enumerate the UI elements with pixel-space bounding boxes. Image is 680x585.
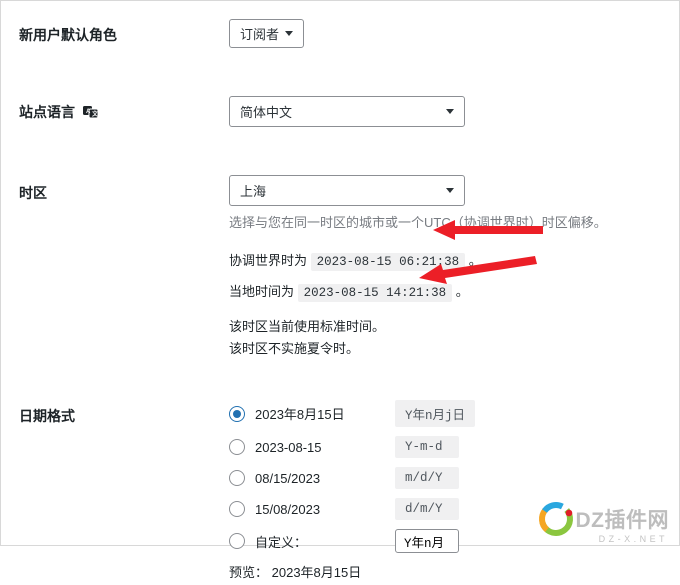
date-format-option-code: d/m/Y bbox=[395, 498, 459, 520]
date-format-custom-input[interactable] bbox=[395, 529, 459, 553]
chevron-down-icon bbox=[446, 109, 454, 114]
date-format-radio-2[interactable] bbox=[229, 470, 245, 486]
utc-prefix: 协调世界时为 bbox=[229, 253, 307, 268]
translate-icon: A 文 bbox=[83, 105, 99, 122]
timezone-dst-note: 该时区不实施夏令时。 bbox=[229, 339, 679, 360]
chevron-down-icon bbox=[446, 188, 454, 193]
date-format-option-code: Y-m-d bbox=[395, 436, 459, 458]
site-language-selected: 简体中文 bbox=[240, 102, 292, 121]
utc-time-line: 协调世界时为 2023-08-15 06:21:38 。 bbox=[229, 251, 679, 272]
local-time-value: 2023-08-15 14:21:38 bbox=[298, 284, 453, 302]
date-format-radio-0[interactable] bbox=[229, 406, 245, 422]
date-format-option-code: Y年n月j日 bbox=[395, 400, 475, 427]
utc-suffix: 。 bbox=[469, 253, 482, 268]
site-language-label: 站点语言 A 文 bbox=[19, 96, 229, 122]
watermark-logo-icon bbox=[536, 499, 576, 539]
date-format-option-display: 08/15/2023 bbox=[255, 471, 395, 486]
site-language-select[interactable]: 简体中文 bbox=[229, 96, 465, 127]
local-prefix: 当地时间为 bbox=[229, 284, 294, 299]
date-format-radio-1[interactable] bbox=[229, 439, 245, 455]
date-format-preview-label: 预览： bbox=[229, 565, 268, 580]
utc-time-value: 2023-08-15 06:21:38 bbox=[311, 253, 466, 271]
date-format-radio-3[interactable] bbox=[229, 501, 245, 517]
watermark-text: DZ插件网 bbox=[576, 504, 670, 534]
timezone-description: 选择与您在同一时区的城市或一个UTC（协调世界时）时区偏移。 bbox=[229, 213, 679, 233]
watermark: DZ插件网 bbox=[536, 499, 670, 539]
chevron-down-icon bbox=[285, 31, 293, 36]
svg-text:A: A bbox=[86, 109, 91, 115]
local-suffix: 。 bbox=[456, 284, 469, 299]
date-format-option-display: 2023-08-15 bbox=[255, 440, 395, 455]
watermark-sub: D Z - X . N E T bbox=[599, 534, 665, 544]
local-time-line: 当地时间为 2023-08-15 14:21:38 。 bbox=[229, 282, 679, 303]
site-language-label-text: 站点语言 bbox=[19, 104, 75, 120]
timezone-standard-note: 该时区当前使用标准时间。 bbox=[229, 317, 679, 338]
date-format-option-display: 2023年8月15日 bbox=[255, 404, 395, 423]
date-format-radio-custom[interactable] bbox=[229, 533, 245, 549]
date-format-option-code: m/d/Y bbox=[395, 467, 459, 489]
svg-text:文: 文 bbox=[91, 110, 99, 118]
default-role-select[interactable]: 订阅者 bbox=[229, 19, 304, 48]
timezone-label: 时区 bbox=[19, 175, 229, 203]
date-format-option-display: 15/08/2023 bbox=[255, 502, 395, 517]
default-role-selected: 订阅者 bbox=[240, 24, 279, 43]
date-format-label: 日期格式 bbox=[19, 400, 229, 426]
timezone-selected: 上海 bbox=[240, 181, 266, 200]
date-format-preview-value: 2023年8月15日 bbox=[272, 565, 362, 580]
date-format-custom-label: 自定义： bbox=[255, 532, 395, 551]
timezone-select[interactable]: 上海 bbox=[229, 175, 465, 206]
default-role-label: 新用户默认角色 bbox=[19, 19, 229, 45]
